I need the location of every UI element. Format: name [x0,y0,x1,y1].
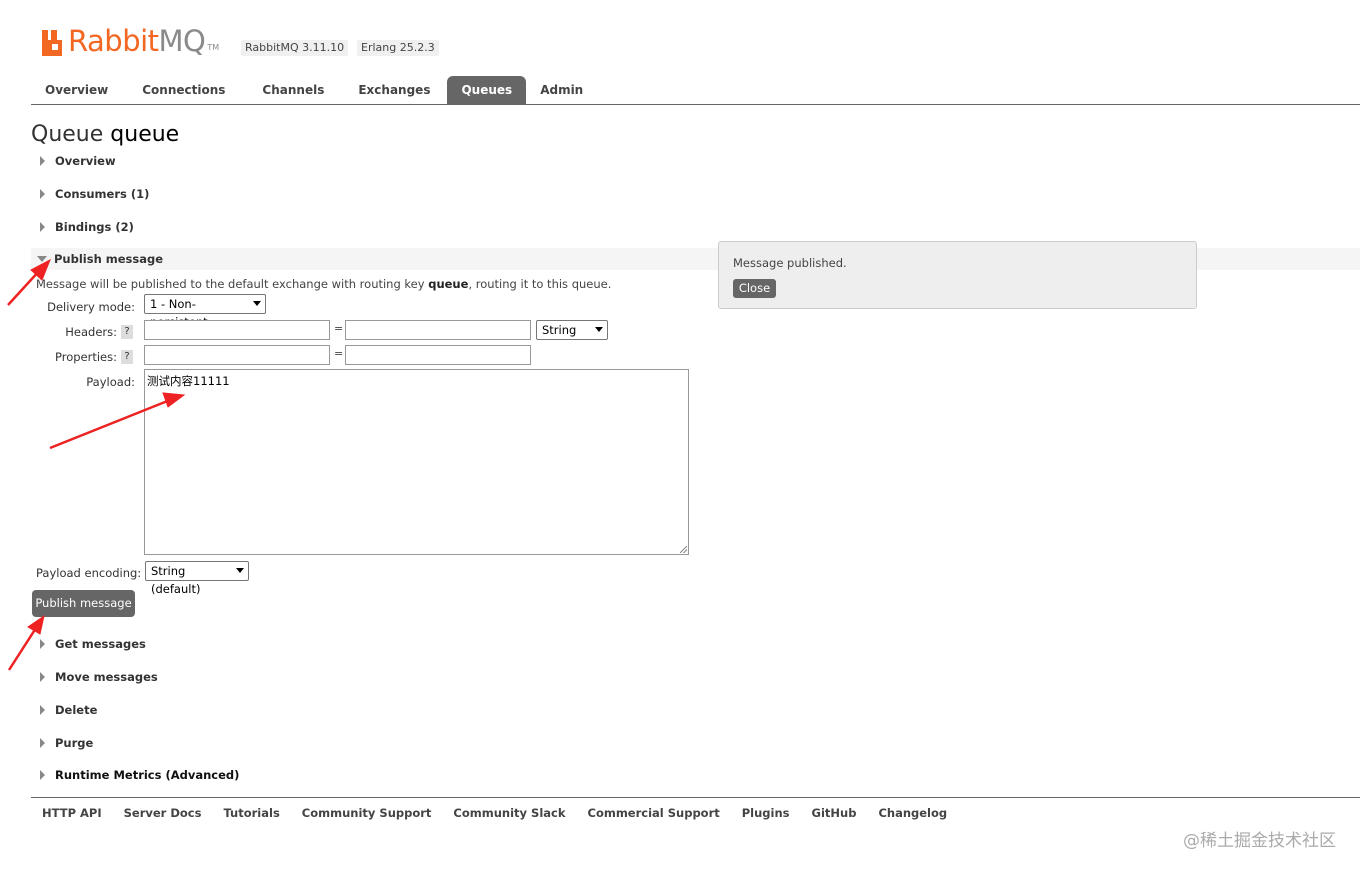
section-get-messages[interactable]: Get messages [37,634,146,654]
rabbit-logo-icon [42,30,62,56]
tab-exchanges[interactable]: Exchanges [341,76,447,104]
property-value-input[interactable] [345,345,531,365]
erlang-version-badge: Erlang 25.2.3 [357,40,439,56]
equals-sign: = [334,347,344,360]
publish-description: Message will be published to the default… [36,277,612,291]
message-published-toast: Message published. Close [718,241,1197,309]
expand-triangle-icon [40,672,45,682]
payload-encoding-label: Payload encoding: [36,566,142,580]
properties-help-button[interactable]: ? [121,350,133,364]
section-bindings[interactable]: Bindings (2) [37,217,134,237]
footer-link-plugins[interactable]: Plugins [731,798,801,828]
chevron-down-icon [253,301,261,306]
logo-wordmark: RabbitMQ [68,24,206,58]
chevron-down-icon [595,327,603,332]
section-move-messages[interactable]: Move messages [37,667,158,687]
section-consumers[interactable]: Consumers (1) [37,184,149,204]
tab-queues[interactable]: Queues [447,76,527,104]
properties-label: Properties: [55,350,117,364]
main-nav-tabs: Overview Connections Channels Exchanges … [31,76,1360,105]
expand-triangle-icon [40,189,45,199]
header-key-input[interactable] [144,320,330,340]
headers-help-button[interactable]: ? [121,325,133,339]
tab-channels[interactable]: Channels [245,76,341,104]
publish-message-button[interactable]: Publish message [32,590,135,617]
expand-triangle-icon [40,639,45,649]
resize-grip-icon[interactable] [680,546,687,553]
tab-overview[interactable]: Overview [31,76,122,104]
headers-label: Headers: [65,325,117,339]
footer-link-commercial-support[interactable]: Commercial Support [577,798,731,828]
rabbitmq-logo[interactable]: RabbitMQ TM [40,22,219,56]
expand-triangle-icon [40,156,45,166]
tab-connections[interactable]: Connections [122,76,245,104]
payload-encoding-select[interactable]: String (default) [145,561,249,596]
footer-link-http-api[interactable]: HTTP API [31,798,113,828]
payload-label: Payload: [86,375,135,389]
footer-link-server-docs[interactable]: Server Docs [113,798,213,828]
delivery-mode-label: Delivery mode: [47,300,135,314]
expand-triangle-icon [40,770,45,780]
footer-links: HTTP API Server Docs Tutorials Community… [31,797,1360,828]
footer-link-community-support[interactable]: Community Support [291,798,443,828]
queue-name: queue [110,122,180,147]
tab-admin[interactable]: Admin [526,76,597,104]
toast-message: Message published. [733,256,847,270]
expand-triangle-icon [40,705,45,715]
watermark: @稀土掘金技术社区 [1183,831,1336,851]
section-publish-message[interactable]: Publish message [37,249,163,269]
section-runtime-metrics[interactable]: Runtime Metrics (Advanced) [37,765,239,785]
footer-link-github[interactable]: GitHub [801,798,868,828]
property-key-input[interactable] [144,345,330,365]
section-purge[interactable]: Purge [37,733,93,753]
toast-close-button[interactable]: Close [733,279,776,298]
chevron-down-icon [236,568,244,573]
header-type-select[interactable]: String [536,320,608,340]
page-title: Queue queue [31,122,180,147]
section-overview[interactable]: Overview [37,151,116,171]
expand-triangle-icon [40,738,45,748]
footer-link-tutorials[interactable]: Tutorials [212,798,290,828]
footer-link-changelog[interactable]: Changelog [867,798,958,828]
logo-trademark: TM [207,43,220,52]
header-value-input[interactable] [345,320,531,340]
rabbitmq-version-badge: RabbitMQ 3.11.10 [241,40,349,56]
expand-triangle-icon [40,222,45,232]
equals-sign: = [334,322,344,335]
collapse-triangle-icon [37,256,47,262]
payload-textarea[interactable]: 测试内容11111 [144,369,689,555]
footer-link-community-slack[interactable]: Community Slack [442,798,576,828]
section-delete[interactable]: Delete [37,700,97,720]
delivery-mode-select[interactable]: 1 - Non-persistent [144,294,266,329]
